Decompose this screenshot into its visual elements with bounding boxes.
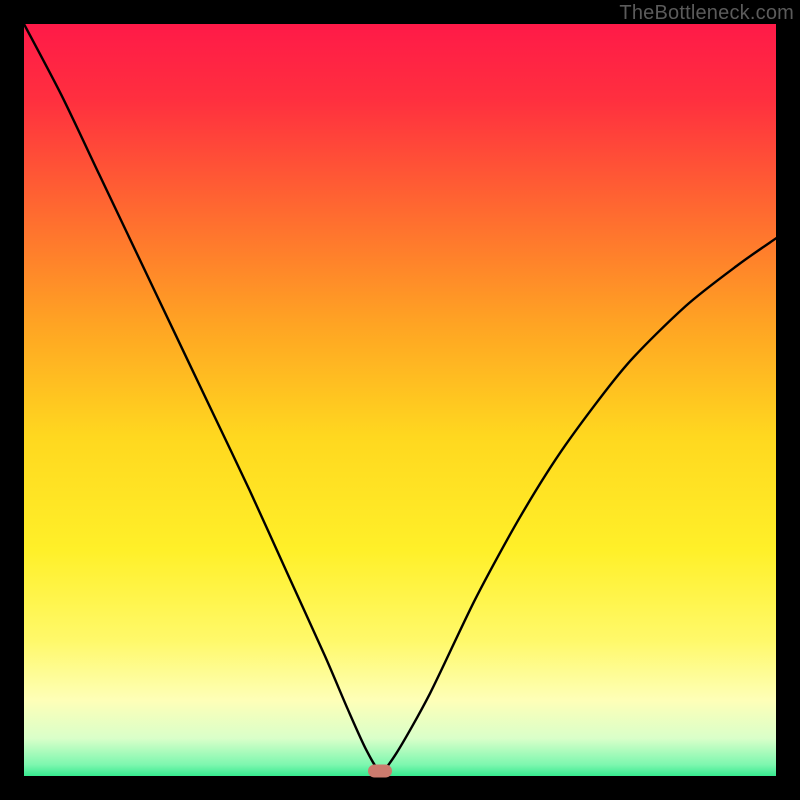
- watermark-text: TheBottleneck.com: [619, 2, 794, 25]
- chart-stage: TheBottleneck.com: [0, 0, 800, 800]
- minimum-marker: [368, 764, 392, 777]
- curve-layer: [24, 24, 776, 776]
- plot-area: [24, 24, 776, 776]
- bottleneck-curve: [24, 24, 776, 771]
